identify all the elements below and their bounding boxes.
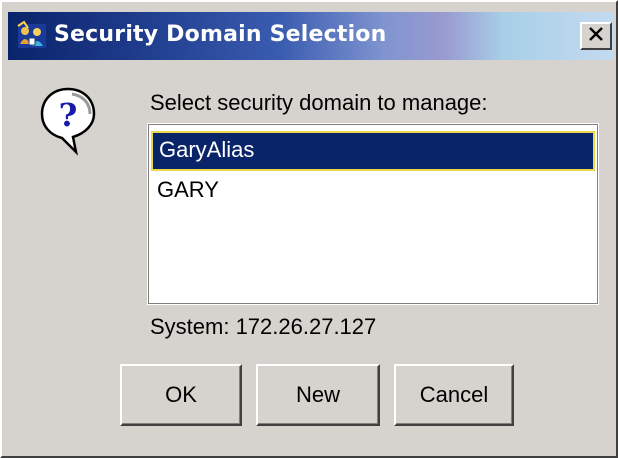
svg-text:?: ?	[59, 96, 78, 134]
question-icon: ?	[38, 86, 98, 156]
list-item-gary[interactable]: GARY	[151, 171, 595, 211]
cancel-button-label: Cancel	[419, 382, 489, 407]
prompt-label: Select security domain to manage:	[150, 90, 488, 115]
cancel-button[interactable]: Cancel	[394, 364, 514, 426]
system-address: System: 172.26.27.127	[150, 314, 377, 339]
ok-button[interactable]: OK	[120, 364, 242, 426]
dialog-window: Security Domain Selection ? Select secur…	[0, 0, 618, 458]
list-item-garyalias[interactable]: GaryAlias	[151, 131, 595, 171]
new-button[interactable]: New	[256, 364, 380, 426]
list-item-label: GARY	[157, 177, 219, 202]
window-title: Security Domain Selection	[54, 22, 387, 47]
users-security-icon	[16, 20, 48, 52]
list-item-label: GaryAlias	[159, 137, 255, 162]
new-button-label: New	[295, 382, 340, 407]
domain-list[interactable]: GaryAlias GARY	[147, 123, 599, 305]
title-bar[interactable]: Security Domain Selection	[8, 12, 614, 60]
close-icon	[588, 26, 604, 46]
ok-button-label: OK	[165, 382, 197, 407]
close-button[interactable]	[580, 22, 612, 50]
